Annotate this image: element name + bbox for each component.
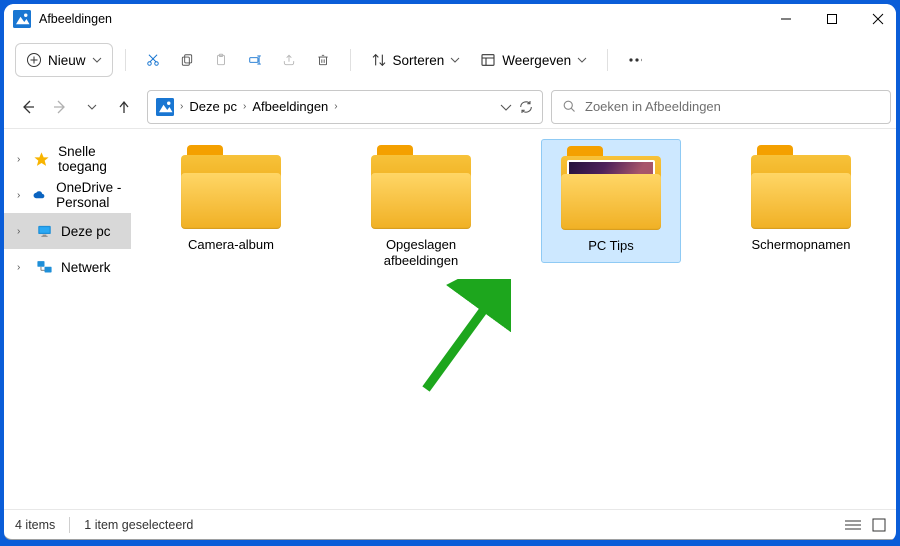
folder-name: Camera-album xyxy=(161,237,301,253)
new-label: Nieuw xyxy=(48,53,86,68)
sort-icon xyxy=(371,52,387,68)
breadcrumb-part[interactable]: Afbeeldingen xyxy=(252,99,328,114)
status-bar: 4 items 1 item geselecteerd xyxy=(4,509,896,539)
chevron-right-icon: › xyxy=(17,262,27,273)
chevron-right-icon: › xyxy=(17,226,27,237)
forward-button[interactable] xyxy=(45,92,75,122)
window-title: Afbeeldingen xyxy=(39,12,112,26)
status-selected-count: 1 item geselecteerd xyxy=(84,518,193,532)
search-placeholder: Zoeken in Afbeeldingen xyxy=(585,99,721,114)
sidebar-item-label: Netwerk xyxy=(61,260,111,275)
annotation-arrow xyxy=(411,279,511,399)
chevron-right-icon: › xyxy=(334,101,337,112)
new-button[interactable]: Nieuw xyxy=(15,43,113,77)
sidebar: › Snelle toegang › OneDrive - Personal ›… xyxy=(4,129,131,509)
copy-icon xyxy=(180,51,194,69)
separator xyxy=(125,49,126,71)
more-button[interactable] xyxy=(620,43,650,77)
folder-icon xyxy=(561,150,661,230)
sidebar-item-onedrive[interactable]: › OneDrive - Personal xyxy=(4,177,131,213)
address-bar[interactable]: › Deze pc › Afbeeldingen › xyxy=(147,90,543,124)
chevron-down-icon xyxy=(92,55,102,65)
close-button[interactable] xyxy=(855,4,896,35)
thumbnails-view-button[interactable] xyxy=(869,517,889,533)
chevron-right-icon: › xyxy=(180,101,183,112)
nav-row: › Deze pc › Afbeeldingen › Zoeken in Afb… xyxy=(4,85,896,129)
plus-circle-icon xyxy=(26,52,42,68)
breadcrumb-part[interactable]: Deze pc xyxy=(189,99,237,114)
recent-locations-button[interactable] xyxy=(77,92,107,122)
cut-button[interactable] xyxy=(138,43,168,77)
layout-icon xyxy=(480,52,496,68)
sidebar-item-label: OneDrive - Personal xyxy=(56,180,131,210)
search-box[interactable]: Zoeken in Afbeeldingen xyxy=(551,90,891,124)
scissors-icon xyxy=(146,51,160,69)
delete-button[interactable] xyxy=(308,43,338,77)
chevron-right-icon: › xyxy=(17,190,23,201)
folder-item[interactable]: Camera-album xyxy=(161,139,301,261)
folder-item-selected[interactable]: PC Tips xyxy=(541,139,681,263)
back-button[interactable] xyxy=(13,92,43,122)
separator xyxy=(69,517,70,533)
rename-icon xyxy=(248,51,262,69)
copy-button[interactable] xyxy=(172,43,202,77)
folder-icon xyxy=(371,149,471,229)
maximize-button[interactable] xyxy=(809,4,855,35)
sort-label: Sorteren xyxy=(393,53,445,68)
view-button[interactable]: Weergeven xyxy=(472,43,595,77)
folder-name: Schermopnamen xyxy=(731,237,871,253)
chevron-right-icon: › xyxy=(243,101,246,112)
chevron-down-icon[interactable] xyxy=(500,101,512,113)
up-button[interactable] xyxy=(109,92,139,122)
rename-button[interactable] xyxy=(240,43,270,77)
ellipsis-icon xyxy=(628,57,642,63)
sidebar-item-quick-access[interactable]: › Snelle toegang xyxy=(4,141,131,177)
folder-item[interactable]: Schermopnamen xyxy=(731,139,871,261)
view-label: Weergeven xyxy=(502,53,571,68)
share-icon xyxy=(282,51,296,69)
status-item-count: 4 items xyxy=(15,518,55,532)
folder-view[interactable]: Camera-album Opgeslagen afbeeldingen PC … xyxy=(131,129,896,509)
minimize-button[interactable] xyxy=(763,4,809,35)
sidebar-item-label: Deze pc xyxy=(61,224,111,239)
details-view-button[interactable] xyxy=(843,517,863,533)
separator xyxy=(607,49,608,71)
sidebar-item-label: Snelle toegang xyxy=(58,144,131,174)
search-icon xyxy=(562,99,577,114)
folder-name: Opgeslagen afbeeldingen xyxy=(351,237,491,270)
pictures-folder-icon xyxy=(156,98,174,116)
pictures-app-icon xyxy=(13,10,31,28)
chevron-down-icon xyxy=(577,55,587,65)
explorer-window: Afbeeldingen Nieuw xyxy=(4,4,896,540)
clipboard-icon xyxy=(214,51,228,69)
network-icon xyxy=(35,258,53,276)
separator xyxy=(350,49,351,71)
trash-icon xyxy=(316,51,330,69)
toolbar: Nieuw Sorteren Weergeven xyxy=(4,35,896,85)
share-button[interactable] xyxy=(274,43,304,77)
folder-name: PC Tips xyxy=(542,238,680,254)
folder-item[interactable]: Opgeslagen afbeeldingen xyxy=(351,139,491,278)
folder-icon xyxy=(751,149,851,229)
paste-button[interactable] xyxy=(206,43,236,77)
chevron-down-icon xyxy=(450,55,460,65)
folder-icon xyxy=(181,149,281,229)
star-icon xyxy=(33,150,50,168)
refresh-icon[interactable] xyxy=(518,99,534,115)
chevron-right-icon: › xyxy=(17,154,25,165)
title-bar: Afbeeldingen xyxy=(4,4,896,35)
monitor-icon xyxy=(35,222,53,240)
sidebar-item-this-pc[interactable]: › Deze pc xyxy=(4,213,131,249)
cloud-icon xyxy=(31,186,48,204)
sidebar-item-network[interactable]: › Netwerk xyxy=(4,249,131,285)
sort-button[interactable]: Sorteren xyxy=(363,43,469,77)
